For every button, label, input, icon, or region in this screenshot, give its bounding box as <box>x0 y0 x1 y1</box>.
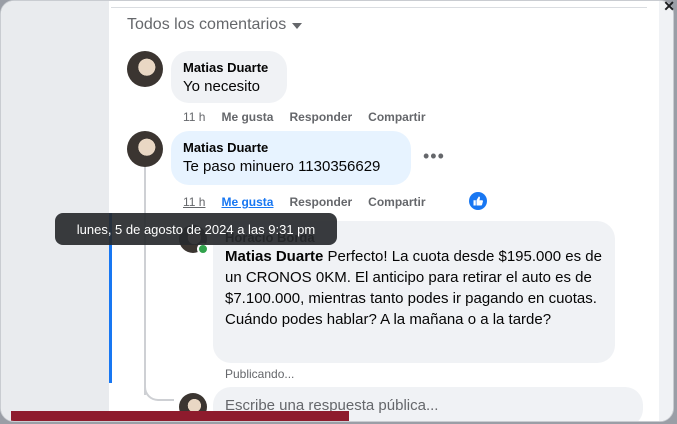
left-gutter <box>1 1 109 421</box>
comments-panel: Todos los comentarios Matias Duarte Yo n… <box>0 0 674 422</box>
scrollbar-track[interactable] <box>659 1 673 421</box>
reply-button[interactable]: Responder <box>289 195 352 209</box>
thread-line <box>144 167 146 395</box>
comment-filter-dropdown[interactable]: Todos los comentarios <box>127 16 303 34</box>
comment-timestamp[interactable]: 11 h <box>183 110 205 124</box>
comment-author[interactable]: Matias Duarte <box>183 139 399 156</box>
comment-actions: 11 h Me gusta Responder Compartir <box>183 195 426 209</box>
comment-timestamp[interactable]: 11 h <box>183 195 205 209</box>
comment-actions: 11 h Me gusta Responder Compartir <box>183 110 426 124</box>
bottom-banner <box>11 411 349 421</box>
avatar[interactable] <box>127 131 163 167</box>
like-reaction-icon[interactable] <box>469 192 487 210</box>
comment-filter-label: Todos los comentarios <box>127 16 287 33</box>
like-button[interactable]: Me gusta <box>221 110 273 124</box>
avatar[interactable] <box>127 51 163 87</box>
mention-tag[interactable]: Matias Duarte <box>225 248 323 265</box>
reply-button[interactable]: Responder <box>289 110 352 124</box>
more-options-icon[interactable]: ••• <box>423 146 445 167</box>
thumbs-up-icon <box>473 196 483 206</box>
comment-author[interactable]: Matias Duarte <box>183 59 275 76</box>
thread-connector <box>144 373 174 401</box>
caret-down-icon <box>292 23 303 29</box>
share-button[interactable]: Compartir <box>368 195 425 209</box>
publishing-status: Publicando... <box>225 367 295 381</box>
reply-text: Matias Duarte Perfecto! La cuota desde $… <box>225 246 603 330</box>
comment-text: Te paso minuero 1130356629 <box>183 158 381 175</box>
close-icon[interactable]: ✕ <box>663 0 675 15</box>
share-button[interactable]: Compartir <box>368 110 425 124</box>
divider <box>111 7 647 8</box>
like-button[interactable]: Me gusta <box>221 195 273 209</box>
comment-bubble: Matias Duarte Yo necesito <box>171 51 287 103</box>
timestamp-tooltip: lunes, 5 de agosto de 2024 a las 9:31 pm <box>55 213 337 245</box>
comment-bubble: Matias Duarte Te paso minuero 1130356629 <box>171 131 411 185</box>
comment-text: Yo necesito <box>183 78 261 95</box>
